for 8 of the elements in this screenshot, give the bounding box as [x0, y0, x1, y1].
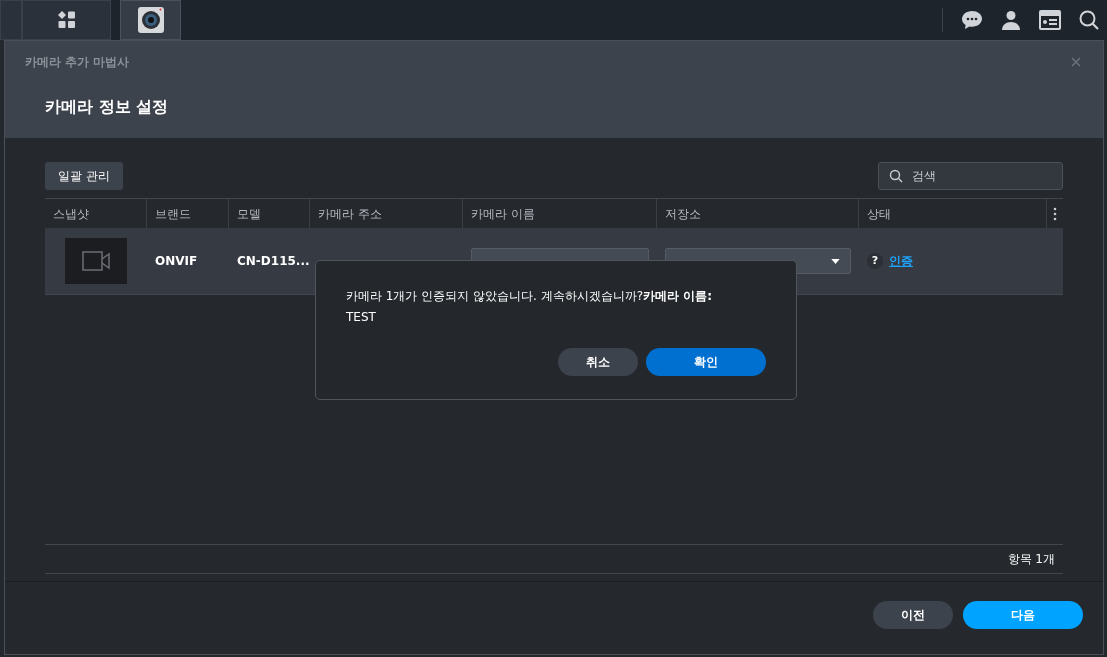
brand-cell-text: ONVIF: [154, 253, 199, 270]
help-badge: ?: [867, 253, 883, 269]
dialog-message: 카메라 1개가 인증되지 않았습니다. 계속하시겠습니까?카메라 이름:: [346, 288, 714, 305]
model-cell-text: CN-D115...: [236, 253, 310, 270]
dialog-detail: TEST: [346, 309, 377, 326]
page-heading: 카메라 정보 설정: [45, 96, 169, 118]
window-title: 카메라 추가 마법사: [25, 54, 130, 71]
item-count: 항목 1개: [1007, 551, 1056, 568]
